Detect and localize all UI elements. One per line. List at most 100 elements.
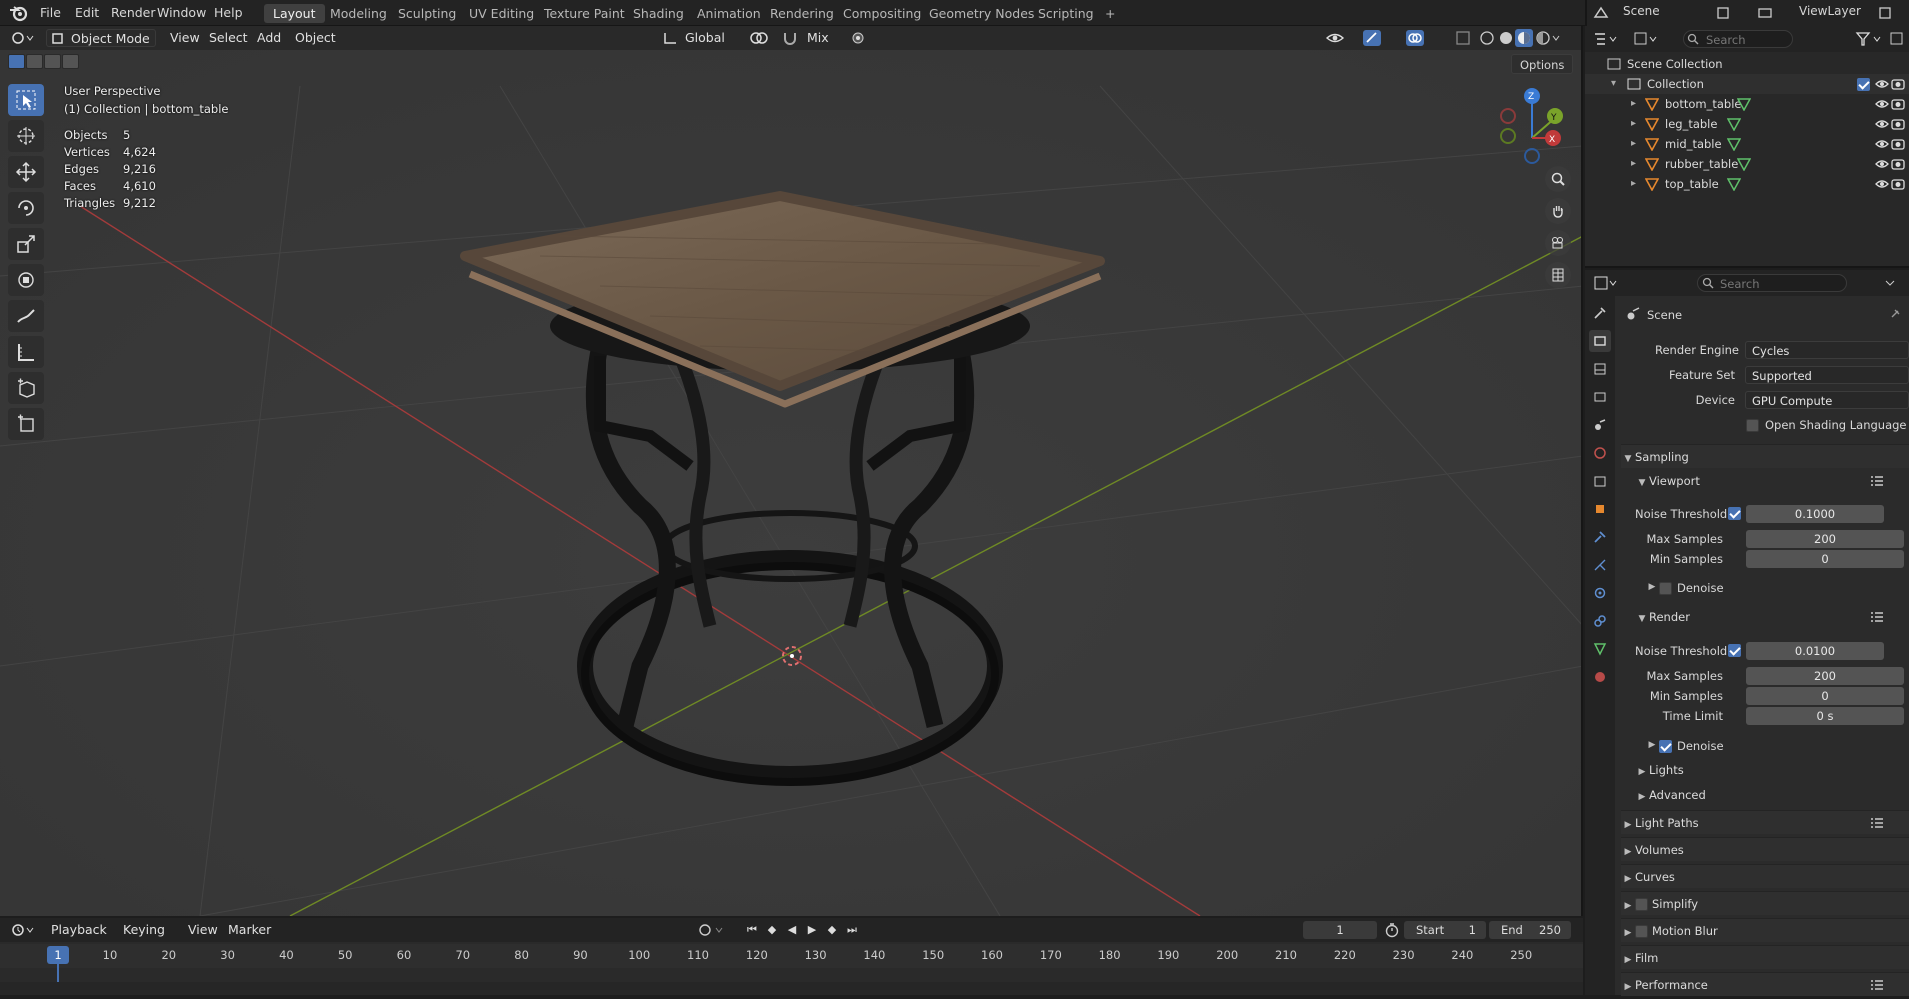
prev-keyframe-icon[interactable]: ◆ bbox=[764, 922, 780, 938]
collection-row[interactable]: ▾ Collection bbox=[1585, 74, 1909, 94]
chevron-right-icon[interactable]: ▶ bbox=[1645, 740, 1659, 750]
performance-panel-header[interactable]: ▶ Performance bbox=[1621, 972, 1909, 996]
move-tool[interactable] bbox=[8, 156, 44, 188]
render-noise-threshold-checkbox[interactable] bbox=[1728, 644, 1741, 657]
play-reverse-icon[interactable]: ◀ bbox=[784, 922, 800, 938]
marker-menu[interactable]: Marker bbox=[223, 921, 276, 939]
outliner-object-row[interactable]: ▸ bottom_table bbox=[1585, 94, 1909, 114]
object-tab-icon[interactable] bbox=[1589, 498, 1611, 520]
display-mode-icon[interactable] bbox=[1633, 31, 1659, 47]
mesh-data-icon[interactable] bbox=[1737, 97, 1751, 111]
end-frame-field[interactable]: End 250 bbox=[1489, 921, 1571, 939]
chevron-right-icon[interactable]: ▸ bbox=[1631, 134, 1643, 154]
view-menu[interactable]: View bbox=[165, 29, 205, 47]
camera-view-icon[interactable] bbox=[1545, 230, 1571, 256]
filter-icon[interactable] bbox=[1855, 31, 1885, 47]
jump-start-icon[interactable]: ⏮ bbox=[744, 922, 760, 938]
camera-render-icon[interactable] bbox=[1891, 98, 1905, 110]
scene-name[interactable]: Scene bbox=[1623, 4, 1660, 18]
viewport-min-samples-field[interactable]: 0 bbox=[1746, 550, 1904, 568]
camera-render-icon[interactable] bbox=[1891, 118, 1905, 130]
playback-menu[interactable]: Playback bbox=[46, 921, 112, 939]
outliner-object-row[interactable]: ▸ top_table bbox=[1585, 174, 1909, 194]
orthographic-grid-icon[interactable] bbox=[1545, 262, 1571, 288]
start-frame-field[interactable]: Start 1 bbox=[1404, 921, 1486, 939]
camera-render-icon[interactable] bbox=[1891, 138, 1905, 150]
zoom-icon[interactable] bbox=[1545, 166, 1571, 192]
jump-end-icon[interactable]: ⏭ bbox=[844, 922, 860, 938]
tab-geometry-nodes[interactable]: Geometry Nodes bbox=[920, 4, 1043, 23]
tab-shading[interactable]: Shading bbox=[624, 4, 693, 23]
select-menu[interactable]: Select bbox=[204, 29, 253, 47]
tab-sculpting[interactable]: Sculpting bbox=[389, 4, 465, 23]
tool-tab-icon[interactable] bbox=[1589, 302, 1611, 324]
presets-list-icon[interactable] bbox=[1871, 612, 1883, 622]
render-max-samples-field[interactable]: 200 bbox=[1746, 667, 1904, 685]
pin-icon[interactable] bbox=[1889, 308, 1901, 320]
current-frame-field[interactable]: 1 bbox=[1303, 921, 1377, 939]
physics-tab-icon[interactable] bbox=[1589, 582, 1611, 604]
blender-logo-icon[interactable] bbox=[8, 4, 28, 22]
film-panel-header[interactable]: ▶ Film bbox=[1621, 945, 1909, 969]
view-layer-tab-icon[interactable] bbox=[1589, 386, 1611, 408]
curves-panel-header[interactable]: ▶ Curves bbox=[1621, 864, 1909, 888]
properties-editor-icon[interactable] bbox=[1593, 275, 1619, 291]
tab-compositing[interactable]: Compositing bbox=[834, 4, 930, 23]
timeline-editor-icon[interactable] bbox=[10, 922, 36, 938]
playhead-frame-badge[interactable]: 1 bbox=[47, 946, 69, 964]
menu-file[interactable]: File bbox=[33, 4, 68, 22]
outliner-object-row[interactable]: ▸ mid_table bbox=[1585, 134, 1909, 154]
viewport-noise-threshold-field[interactable]: 0.1000 bbox=[1746, 505, 1884, 523]
tab-animation[interactable]: Animation bbox=[688, 4, 770, 23]
timeline-view-menu[interactable]: View bbox=[183, 921, 223, 939]
eye-icon[interactable] bbox=[1875, 178, 1889, 190]
chevron-right-icon[interactable]: ▸ bbox=[1631, 174, 1643, 194]
material-tab-icon[interactable] bbox=[1589, 666, 1611, 688]
collection-tab-icon[interactable] bbox=[1589, 470, 1611, 492]
mesh-data-icon[interactable] bbox=[1727, 137, 1741, 151]
shading-mode-buttons[interactable] bbox=[1477, 29, 1561, 47]
cursor-tool[interactable] bbox=[8, 120, 44, 152]
rotate-tool[interactable] bbox=[8, 192, 44, 224]
camera-render-icon[interactable] bbox=[1891, 178, 1905, 190]
motion-blur-checkbox[interactable] bbox=[1635, 925, 1648, 938]
sampling-panel-header[interactable]: ▼ Sampling bbox=[1621, 444, 1909, 468]
scale-tool[interactable] bbox=[8, 228, 44, 260]
outliner-editor-icon[interactable] bbox=[1593, 31, 1619, 47]
device-dropdown[interactable]: GPU Compute bbox=[1745, 391, 1909, 409]
world-tab-icon[interactable] bbox=[1589, 442, 1611, 464]
eye-icon[interactable] bbox=[1875, 138, 1889, 150]
constraints-tab-icon[interactable] bbox=[1589, 610, 1611, 632]
render-tab-icon[interactable] bbox=[1589, 330, 1611, 352]
menu-help[interactable]: Help bbox=[207, 4, 250, 22]
scene-collection-row[interactable]: Scene Collection bbox=[1585, 54, 1909, 74]
keying-menu[interactable]: Keying bbox=[118, 921, 170, 939]
snap-icon[interactable] bbox=[781, 30, 799, 46]
view-layer-name[interactable]: ViewLayer bbox=[1799, 4, 1861, 18]
chevron-right-icon[interactable]: ▸ bbox=[1631, 154, 1643, 174]
orientation-dropdown[interactable]: Global bbox=[680, 29, 730, 47]
visibility-icon[interactable] bbox=[1325, 30, 1355, 46]
render-noise-threshold-field[interactable]: 0.0100 bbox=[1746, 642, 1884, 660]
chevron-right-icon[interactable]: ▸ bbox=[1631, 94, 1643, 114]
simplify-checkbox[interactable] bbox=[1635, 898, 1648, 911]
mesh-data-icon[interactable] bbox=[1727, 117, 1741, 131]
new-collection-icon[interactable] bbox=[1889, 30, 1905, 46]
add-object-tool[interactable] bbox=[8, 408, 44, 440]
viewport-noise-threshold-checkbox[interactable] bbox=[1728, 507, 1741, 520]
simplify-panel-header[interactable]: ▶ Simplify bbox=[1621, 891, 1909, 915]
render-engine-dropdown[interactable]: Cycles bbox=[1745, 341, 1909, 359]
add-menu[interactable]: Add bbox=[252, 29, 286, 47]
add-workspace-button[interactable]: + bbox=[1096, 4, 1124, 23]
advanced-subpanel-header[interactable]: ▶ Advanced bbox=[1635, 783, 1909, 807]
time-limit-field[interactable]: 0 s bbox=[1746, 707, 1904, 725]
volumes-panel-header[interactable]: ▶ Volumes bbox=[1621, 837, 1909, 861]
object-menu[interactable]: Object bbox=[290, 29, 341, 47]
pivot-point-icon[interactable] bbox=[748, 30, 778, 46]
selection-mode-buttons[interactable] bbox=[8, 54, 80, 70]
mesh-data-icon[interactable] bbox=[1727, 177, 1741, 191]
stopwatch-icon[interactable] bbox=[1384, 922, 1400, 938]
feature-set-dropdown[interactable]: Supported bbox=[1745, 366, 1909, 384]
properties-search-input[interactable]: Search bbox=[1697, 274, 1847, 292]
data-tab-icon[interactable] bbox=[1589, 638, 1611, 660]
